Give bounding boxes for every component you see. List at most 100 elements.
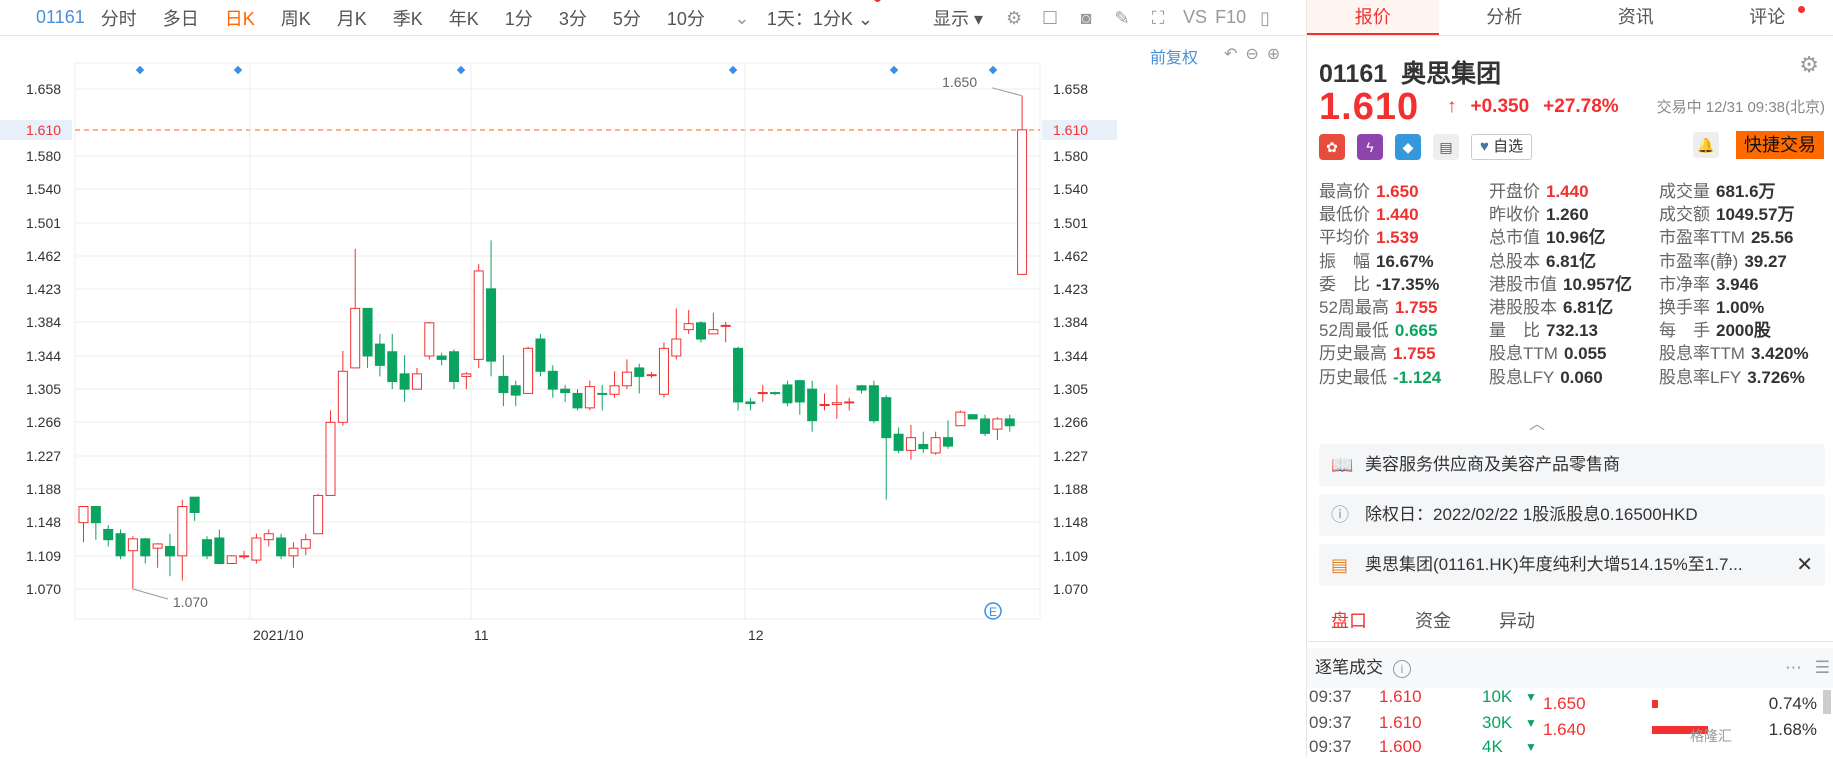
candle-body (227, 556, 236, 564)
panel-toggle-icon[interactable]: ▯ (1254, 7, 1276, 29)
y-tick-label-right: 1.580 (1053, 148, 1088, 164)
info-icon[interactable]: i (1393, 660, 1411, 678)
candle-body (326, 422, 335, 495)
lightning-icon[interactable]: ϟ (1357, 134, 1383, 160)
candle-body (314, 495, 323, 533)
stock-code-label: 01161 (1319, 60, 1387, 88)
y-tick-label-right: 1.658 (1053, 81, 1088, 97)
stock-title: 01161奥思集团 (1319, 54, 1515, 90)
hk-flag-icon[interactable]: ✿ (1319, 134, 1345, 160)
tab-news[interactable]: 资讯 (1570, 0, 1702, 35)
event-marker-icon (457, 66, 465, 74)
stat-cell: 总股本6.81亿 (1489, 247, 1659, 272)
stat-label: 港股股本 (1489, 298, 1557, 317)
stat-cell: 历史最低-1.124 (1319, 363, 1489, 388)
tab-quote[interactable]: 报价 (1307, 0, 1439, 35)
y-tick-label-right: 1.423 (1053, 281, 1088, 297)
stats-row: 52周最高1.755港股股本6.81亿换手率1.00% (1319, 294, 1829, 317)
close-icon[interactable]: ✕ (1796, 544, 1813, 586)
candle-body (598, 393, 607, 394)
news-info[interactable]: ▤奥思集团(01161.HK)年度纯利大增514.15%至1.7...✕ (1319, 544, 1825, 586)
tab-5min[interactable]: 5分 (613, 5, 641, 31)
tab-month-k[interactable]: 月K (337, 5, 367, 31)
tab-analysis[interactable]: 分析 (1439, 0, 1571, 35)
candle-body (869, 386, 878, 421)
stat-cell: 量 比732.13 (1489, 316, 1659, 341)
tab-1min[interactable]: 1分 (505, 5, 533, 31)
trade-time: 09:37 (1309, 711, 1352, 735)
bell-icon[interactable]: 🔔 (1693, 132, 1719, 158)
stat-label: 总股本 (1489, 252, 1540, 271)
gear-icon[interactable]: ⚙ (1003, 7, 1025, 29)
tab-week-k[interactable]: 周K (281, 5, 311, 31)
pencil-icon[interactable]: ✎ (1111, 7, 1133, 29)
watchlist-label: 自选 (1493, 138, 1523, 155)
tab-day-k[interactable]: 日K (225, 5, 255, 31)
vs-button[interactable]: VS (1183, 7, 1207, 28)
candle-body (573, 393, 582, 407)
candle-body (832, 403, 841, 405)
stat-label: 52周最低 (1319, 321, 1389, 340)
tab-year-k[interactable]: 年K (449, 5, 479, 31)
stats-row: 振 幅16.67%总股本6.81亿市盈率(静)39.27 (1319, 248, 1829, 271)
document-icon[interactable]: ▤ (1433, 134, 1459, 160)
display-label: 显示 (933, 9, 969, 29)
event-marker-icon (136, 66, 144, 74)
stat-cell: 总市值10.96亿 (1489, 223, 1659, 248)
tab-capital[interactable]: 资金 (1391, 600, 1475, 641)
y-tick-label: 1.384 (26, 314, 61, 330)
candle-body (289, 548, 298, 556)
stock-code[interactable]: 01161 (36, 7, 85, 28)
stats-row: 最低价1.440昨收价1.260成交额1049.57万 (1319, 201, 1829, 224)
stat-label: 振 幅 (1319, 252, 1370, 271)
bottom-tabs: 盘口 资金 异动 (1307, 600, 1833, 642)
square-icon[interactable]: ☐ (1039, 7, 1061, 29)
menu-icon[interactable]: ☰ (1815, 648, 1830, 688)
settings-gear-icon[interactable]: ⚙ (1799, 52, 1819, 78)
candle-body (153, 544, 162, 548)
tab-fenshi[interactable]: 分时 (101, 5, 137, 31)
y-tick-label: 1.305 (26, 381, 61, 397)
stat-label: 历史最低 (1319, 368, 1387, 387)
tab-10min[interactable]: 10分 (667, 5, 705, 31)
trade-time: 09:37 (1309, 735, 1352, 759)
tab-quarter-k[interactable]: 季K (393, 5, 423, 31)
y-tick-label: 1.423 (26, 281, 61, 297)
period-select[interactable]: 1天：1分K ⌄ (767, 5, 873, 31)
tag-icon[interactable]: ◆ (1395, 134, 1421, 160)
event-marker-icon (234, 66, 242, 74)
collapse-chevron-icon[interactable]: ︿ (1529, 410, 1545, 434)
candle-body (141, 539, 150, 556)
quote-tabs: 报价 分析 资讯 评论 (1307, 0, 1833, 36)
fullscreen-icon[interactable]: ⛶ (1147, 7, 1169, 29)
more-icon[interactable]: ⋯ (1785, 648, 1804, 688)
f10-button[interactable]: F10 (1215, 7, 1246, 28)
candle-body (548, 371, 557, 389)
candle-body (857, 386, 866, 390)
quick-trade-button[interactable]: 快捷交易 (1736, 131, 1824, 159)
candle-body (425, 323, 434, 356)
x-tick-label: 12 (748, 627, 764, 643)
stat-label: 港股市值 (1489, 275, 1557, 294)
candle-body (178, 507, 187, 556)
display-dropdown[interactable]: 显示 ▾ (933, 5, 983, 31)
tab-3min[interactable]: 3分 (559, 5, 587, 31)
tab-movement[interactable]: 异动 (1475, 600, 1559, 641)
tab-duori[interactable]: 多日 (163, 5, 199, 31)
scrollbar[interactable] (1823, 690, 1831, 714)
camera-icon[interactable]: ◙ (1075, 7, 1097, 29)
trade-price: 1.610 (1379, 685, 1422, 709)
stat-cell: 港股股本6.81亿 (1489, 293, 1659, 318)
tab-comments[interactable]: 评论 (1702, 0, 1833, 35)
watchlist-button[interactable]: ♥ 自选 (1471, 134, 1532, 160)
chevron-down-icon[interactable]: ⌄ (731, 7, 753, 29)
stat-value: 1.260 (1546, 205, 1589, 224)
candlestick-chart[interactable]: 1.6581.6581.6191.6191.5801.5801.5401.540… (0, 37, 1305, 757)
candle-body (375, 344, 384, 365)
stats-row: 历史最高1.755股息TTM0.055股息率TTM3.420% (1319, 340, 1829, 363)
news-icon: ▤ (1331, 544, 1348, 586)
candle-body (697, 323, 706, 339)
tab-orderbook[interactable]: 盘口 (1307, 600, 1391, 641)
y-tick-label-right: 1.462 (1053, 248, 1088, 264)
candle-body (116, 534, 125, 556)
